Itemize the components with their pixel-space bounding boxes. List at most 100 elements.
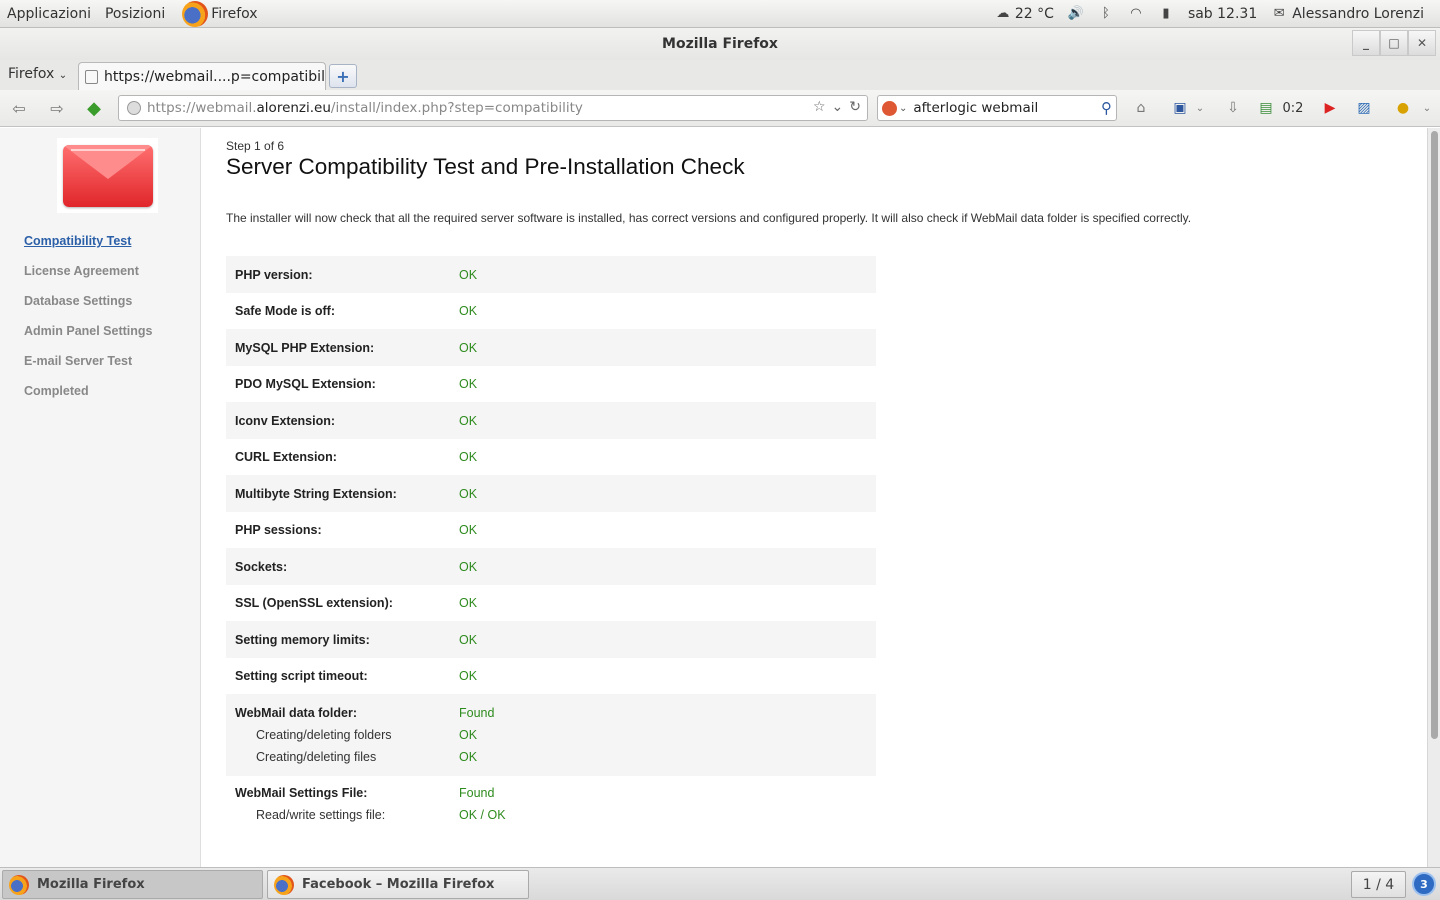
weather-temp: 22 °C — [1014, 5, 1054, 22]
back-button[interactable]: ⇦ — [8, 98, 30, 118]
check-row: SSL (OpenSSL extension): OK — [226, 585, 876, 621]
medal-icon[interactable]: ● — [1393, 99, 1413, 117]
task-label: Facebook – Mozilla Firefox — [302, 877, 495, 892]
feedly-icon[interactable]: ◆ — [82, 98, 106, 119]
tab-active[interactable]: https://webmail....p=compatibility — [78, 62, 326, 90]
check-label: Safe Mode is off: — [235, 304, 336, 318]
check-label: MySQL PHP Extension: — [235, 340, 375, 355]
check-status: OK — [459, 596, 478, 610]
downloads-icon[interactable]: ⇩ — [1223, 99, 1243, 117]
check-status: OK — [459, 340, 478, 355]
notification-badge[interactable]: 3 — [1412, 872, 1436, 896]
check-status: OK — [459, 669, 478, 683]
check-row: PDO MySQL Extension: OK — [226, 366, 876, 402]
wifi-icon[interactable]: ◠ — [1128, 6, 1144, 21]
url-bar[interactable]: https://webmail. alorenzi.eu/install/inde… — [118, 95, 868, 121]
search-bar[interactable]: ⌄ afterlogic webmail ⚲ — [877, 95, 1117, 121]
envelope-icon — [62, 144, 153, 207]
duckduckgo-icon[interactable] — [882, 100, 897, 116]
home-icon[interactable]: ⌂ — [1131, 99, 1151, 117]
bookmarks-menu-icon[interactable]: ▣ — [1170, 99, 1190, 117]
user-menu[interactable]: ✉ Alessandro Lorenzi — [1271, 6, 1424, 22]
url-domain: alorenzi.eu — [256, 100, 331, 116]
user-name: Alessandro Lorenzi — [1292, 5, 1424, 22]
blank-page-icon — [85, 69, 98, 84]
page-title: Server Compatibility Test and Pre-Instal… — [226, 154, 745, 179]
sub-check-label: Creating/deleting files — [256, 750, 377, 764]
check-label: Iconv Extension: — [235, 413, 336, 428]
check-status: OK — [459, 523, 478, 537]
clock[interactable]: sab 12.31 — [1188, 6, 1257, 22]
chevron-down-icon: ⌄ — [58, 70, 68, 81]
check-label: Setting memory limits: — [235, 632, 370, 647]
applications-menu[interactable]: Applicazioni — [0, 6, 98, 22]
intro-text: The installer will now check that all th… — [226, 211, 1192, 225]
check-status: OK — [459, 377, 478, 391]
check-label: Sockets: — [235, 559, 288, 574]
counter-addon-icon[interactable]: ▤ — [1256, 99, 1276, 117]
check-row: Setting memory limits: OK — [226, 621, 876, 658]
overflow-chevron-icon[interactable]: ⌄ — [1417, 99, 1437, 117]
check-row: Multibyte String Extension: OK — [226, 475, 876, 512]
image-addon-icon[interactable]: ▨ — [1354, 99, 1374, 117]
places-menu[interactable]: Posizioni — [98, 6, 172, 22]
weather-indicator[interactable]: ☁ 22 °C — [995, 6, 1054, 22]
battery-icon[interactable]: ▮ — [1158, 6, 1174, 21]
youtube-icon[interactable]: ▶ — [1320, 99, 1340, 117]
task-mozilla-firefox[interactable]: Mozilla Firefox — [2, 870, 263, 899]
check-label: CURL Extension: — [235, 450, 337, 464]
vertical-scrollbar[interactable] — [1427, 128, 1440, 867]
firefox-menu-button[interactable]: Firefox ⌄ — [8, 66, 67, 82]
task-label: Mozilla Firefox — [37, 877, 145, 892]
active-app-menu[interactable]: Firefox — [204, 6, 264, 22]
bookmark-star-icon[interactable]: ☆ — [813, 99, 826, 115]
step-email-server-test: E-mail Server Test — [24, 354, 133, 368]
check-status: OK — [459, 267, 478, 282]
check-status: OK — [459, 486, 478, 501]
check-row: Sockets: OK — [226, 548, 876, 585]
search-engine-chevron-icon[interactable]: ⌄ — [899, 103, 907, 114]
sub-check-status: OK — [459, 750, 478, 764]
globe-icon — [127, 101, 141, 115]
check-status: OK — [459, 632, 478, 647]
scrollbar-thumb[interactable] — [1431, 131, 1438, 739]
sub-check-status: OK / OK — [459, 808, 506, 822]
volume-icon[interactable]: 🔊 — [1068, 6, 1084, 21]
check-label: PDO MySQL Extension: — [235, 377, 376, 391]
tab-title: https://webmail....p=compatibility — [104, 68, 326, 85]
window-list-taskbar: Mozilla Firefox Facebook – Mozilla Firef… — [0, 867, 1440, 900]
check-label: PHP sessions: — [235, 523, 322, 537]
webmail-logo — [57, 138, 158, 213]
reload-icon[interactable]: ↻ — [849, 99, 861, 115]
check-status: OK — [459, 413, 478, 428]
step-admin-panel-settings: Admin Panel Settings — [24, 324, 153, 338]
search-icon[interactable]: ⚲ — [1101, 99, 1112, 117]
step-compatibility-test[interactable]: Compatibility Test — [24, 234, 153, 264]
check-row: WebMail data folder: Found Creating/delet… — [226, 694, 876, 776]
step-database-settings: Database Settings — [24, 294, 133, 308]
step-counter: Step 1 of 6 — [226, 139, 285, 153]
check-label: Setting script timeout: — [235, 669, 368, 683]
check-status: OK — [459, 559, 478, 574]
forward-button[interactable]: ⇨ — [46, 98, 68, 118]
window-controls: _ □ ✕ — [1352, 30, 1436, 56]
search-input[interactable]: afterlogic webmail — [913, 100, 1038, 116]
installer-steps: Compatibility Test License Agreement Dat… — [24, 234, 153, 414]
close-button[interactable]: ✕ — [1408, 30, 1436, 56]
url-dropdown-icon[interactable]: ⌄ — [832, 99, 844, 115]
compatibility-checks-table: PHP version: OK Safe Mode is off: OK MySQL… — [226, 256, 876, 832]
task-facebook-firefox[interactable]: Facebook – Mozilla Firefox — [267, 870, 529, 899]
window-titlebar[interactable]: Mozilla Firefox _ □ ✕ — [0, 28, 1440, 60]
window-title: Mozilla Firefox — [662, 36, 778, 52]
firefox-icon — [274, 874, 294, 895]
bluetooth-icon[interactable]: ᛒ — [1098, 6, 1114, 21]
bookmarks-chevron-icon[interactable]: ⌄ — [1190, 99, 1210, 117]
minimize-button[interactable]: _ — [1352, 30, 1380, 56]
check-label: WebMail data folder: — [235, 706, 358, 720]
maximize-button[interactable]: □ — [1380, 30, 1408, 56]
navigation-toolbar: ⇦ ⇨ ◆ https://webmail. alorenzi.eu/instal… — [0, 90, 1440, 127]
check-label: PHP version: — [235, 267, 313, 282]
check-row: Iconv Extension: OK — [226, 402, 876, 439]
new-tab-button[interactable]: + — [329, 64, 357, 88]
workspace-indicator[interactable]: 1 / 4 — [1351, 871, 1406, 898]
